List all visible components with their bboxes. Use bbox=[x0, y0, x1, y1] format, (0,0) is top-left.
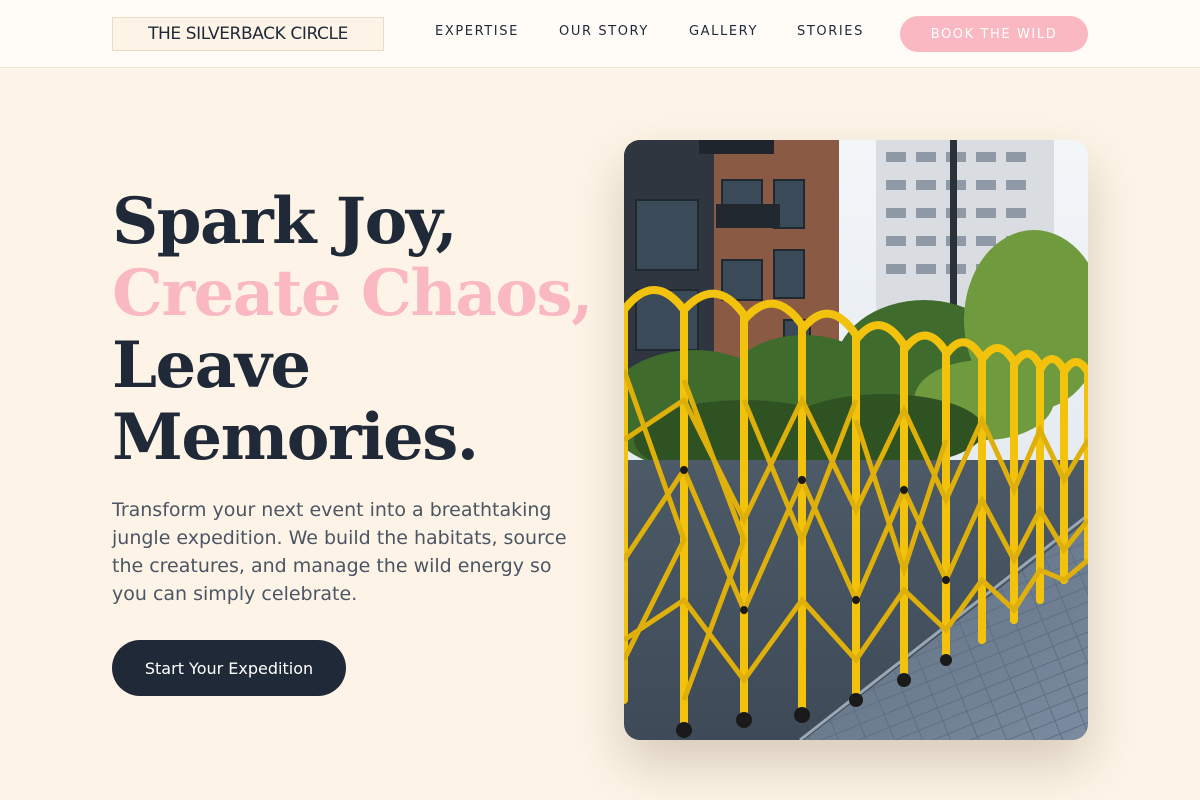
main-nav: EXPERTISE OUR STORY GALLERY STORIES BOOK… bbox=[0, 0, 1200, 68]
nav-link-expertise[interactable]: EXPERTISE bbox=[435, 24, 519, 39]
hero-description: Transform your next event into a breatht… bbox=[112, 499, 567, 605]
barrier-photo-illustration bbox=[624, 140, 1088, 740]
hero-image bbox=[624, 140, 1088, 740]
headline-line-3: Leave bbox=[112, 328, 311, 403]
nav-link-stories[interactable]: STORIES bbox=[797, 24, 864, 39]
headline-line-2-accent: Create Chaos, bbox=[112, 256, 593, 331]
book-the-wild-button[interactable]: BOOK THE WILD bbox=[900, 16, 1088, 52]
nav-link-our-story[interactable]: OUR STORY bbox=[559, 24, 649, 39]
headline-line-4: Memories. bbox=[112, 400, 479, 475]
hero-headline: Spark Joy, Create Chaos, Leave Memories. bbox=[112, 184, 593, 475]
headline-line-1: Spark Joy, bbox=[112, 184, 458, 259]
site-header: THE SILVERBACK CIRCLE EXPERTISE OUR STOR… bbox=[0, 0, 1200, 68]
nav-link-gallery[interactable]: GALLERY bbox=[689, 24, 758, 39]
start-expedition-button[interactable]: Start Your Expedition bbox=[112, 640, 346, 696]
